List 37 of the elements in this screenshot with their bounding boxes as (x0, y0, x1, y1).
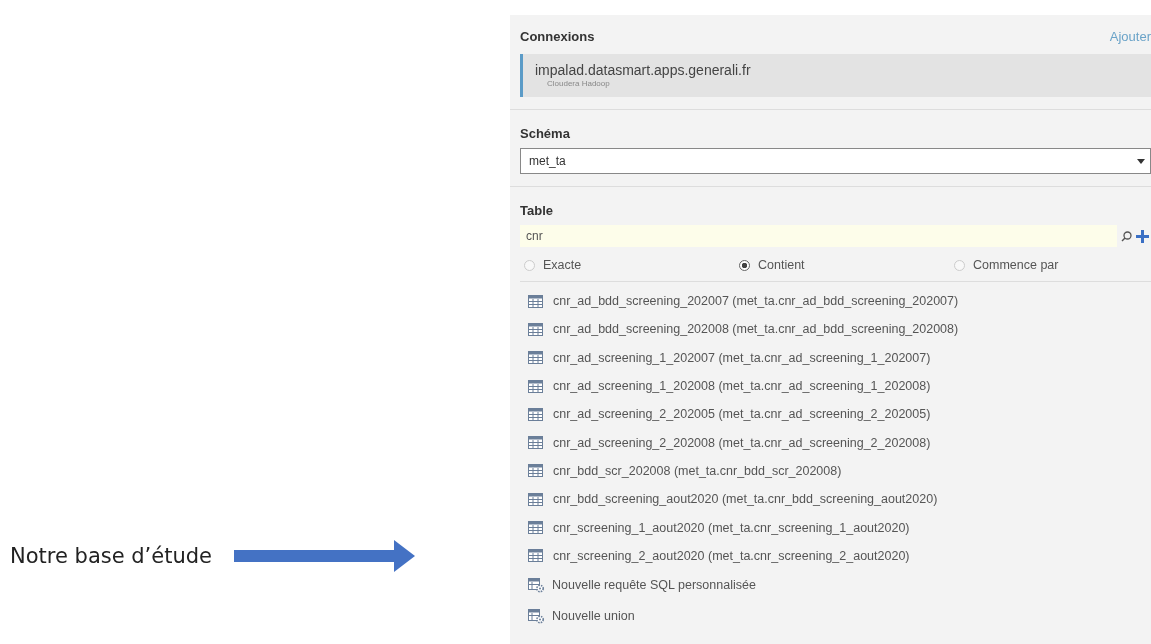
table-list-item[interactable]: cnr_ad_screening_2_202008 (met_ta.cnr_ad_screening_2_202008) (520, 428, 1151, 457)
table-icon (528, 492, 543, 506)
table-list-item[interactable]: cnr_bdd_scr_202008 (met_ta.cnr_bdd_scr_202008) (520, 456, 1151, 486)
radio-option[interactable]: Contient (739, 258, 954, 272)
table-icon (528, 464, 543, 478)
table-list-item[interactable]: cnr_ad_screening_1_202007 (met_ta.cnr_ad_screening_1_202007) (520, 343, 1151, 372)
table-gear-icon (528, 577, 545, 593)
table-icon (528, 549, 543, 563)
section-title: Schéma (520, 126, 570, 141)
table-icon (528, 521, 543, 534)
search-field[interactable]: cnr (520, 225, 1117, 247)
search-icon (1121, 230, 1132, 242)
table-icon (528, 436, 543, 450)
section-title: Connexions (520, 29, 595, 44)
connection-item[interactable]: impalad.datasmart.apps.generali.fr Cloudera Hadoop (520, 54, 1151, 97)
annotation-text: Notre base d’étude (10, 543, 212, 568)
table-gear-icon (528, 608, 545, 624)
table-list-item[interactable]: cnr_ad_screening_1_202008 (met_ta.cnr_ad_screening_1_202008) (520, 371, 1151, 401)
table-list-item[interactable]: cnr_screening_1_aout2020 (met_ta.cnr_screening_1_aout2020) (520, 513, 1151, 542)
table-list-item[interactable]: cnr_ad_screening_2_202005 (met_ta.cnr_ad_screening_2_202005) (520, 400, 1151, 429)
caret-icon (1137, 158, 1145, 164)
table-icon (528, 407, 543, 421)
table-list-item[interactable]: Nouvelle union (520, 600, 1151, 632)
table-list-item[interactable]: Nouvelle requête SQL personnalisée (520, 569, 1151, 601)
radio-option[interactable]: Commence par (954, 258, 1151, 272)
table-list-item[interactable]: cnr_ad_bdd_screening_202008 (met_ta.cnr_ad_bdd_screening_202008) (520, 315, 1151, 344)
schema-dropdown[interactable]: met_ta (520, 148, 1151, 174)
table-list-item[interactable]: cnr_bdd_screening_aout2020 (met_ta.cnr_bdd_screening_aout2020) (520, 485, 1151, 514)
section-title: Table (520, 203, 553, 218)
table-icon (528, 294, 543, 308)
table-list-item[interactable]: cnr_ad_bdd_screening_202007 (met_ta.cnr_ad_bdd_screening_202007) (520, 287, 1151, 316)
plus-icon (1136, 229, 1149, 243)
table-icon (528, 351, 543, 365)
radio-option[interactable]: Exacte (524, 258, 739, 272)
table-icon (528, 322, 543, 336)
table-list-item[interactable]: cnr_screening_2_aout2020 (met_ta.cnr_screening_2_aout2020) (520, 541, 1151, 570)
table-icon (528, 379, 543, 393)
